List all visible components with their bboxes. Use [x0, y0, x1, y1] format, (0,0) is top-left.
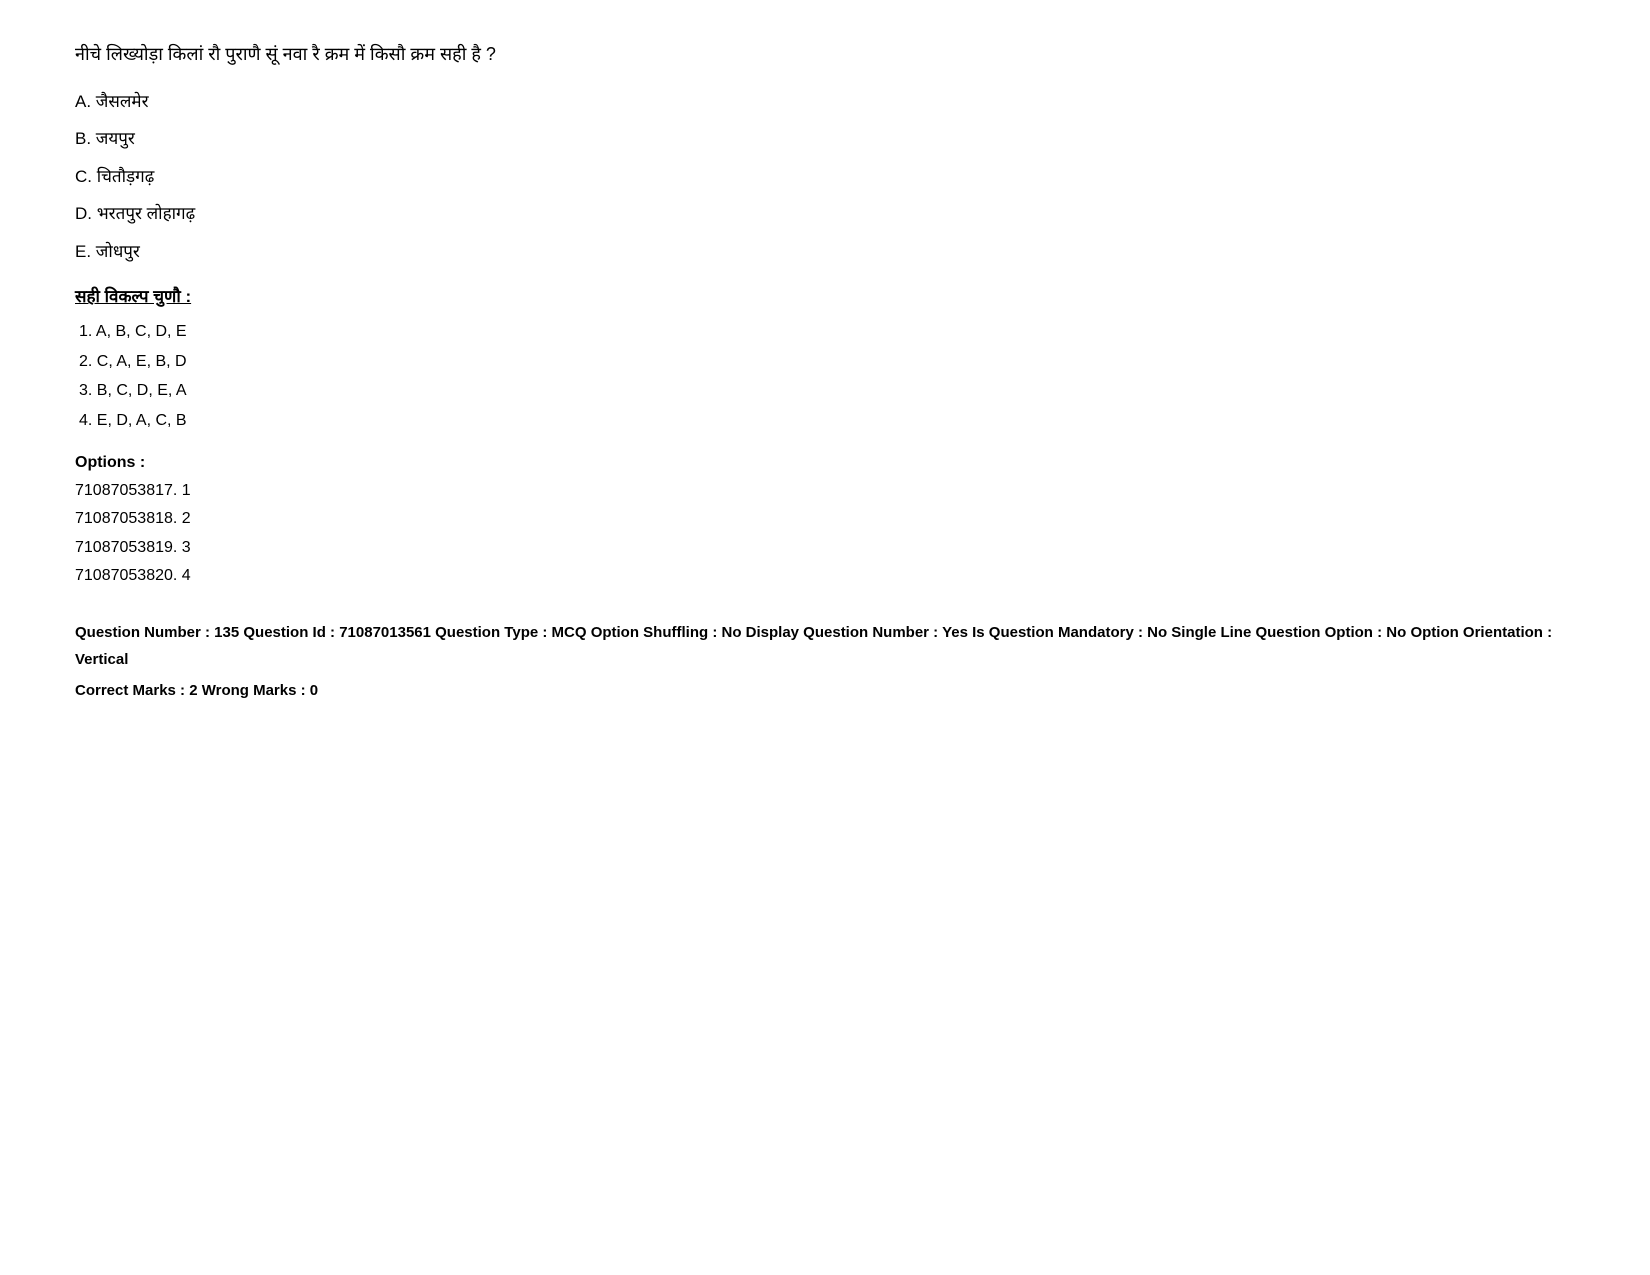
option-e-label: E. — [75, 242, 91, 261]
numbered-option-4: 4. E, D, A, C, B — [79, 408, 1575, 434]
option-d-text: भरतपुर लोहागढ़ — [97, 204, 195, 223]
numbered-options-list: 1. A, B, C, D, E 2. C, A, E, B, D 3. B, … — [75, 319, 1575, 433]
option-ids-list: 71087053817. 1 71087053818. 2 7108705381… — [75, 478, 1575, 589]
meta-line-1: Question Number : 135 Question Id : 7108… — [75, 619, 1575, 673]
option-id-2: 71087053818. 2 — [75, 506, 1575, 532]
option-id-4: 71087053820. 4 — [75, 563, 1575, 589]
numbered-option-2: 2. C, A, E, B, D — [79, 349, 1575, 375]
option-d-label: D. — [75, 204, 92, 223]
option-b-text: जयपुर — [96, 129, 135, 148]
meta-line-2: Correct Marks : 2 Wrong Marks : 0 — [75, 677, 1575, 704]
option-a-label: A. — [75, 92, 91, 111]
option-c-text: चितौड़गढ़ — [97, 167, 155, 186]
option-c: C. चितौड़गढ़ — [75, 164, 1575, 190]
option-e: E. जोधपुर — [75, 239, 1575, 265]
option-a: A. जैसलमेर — [75, 89, 1575, 115]
meta-section: Question Number : 135 Question Id : 7108… — [75, 619, 1575, 704]
option-b-label: B. — [75, 129, 91, 148]
option-id-1: 71087053817. 1 — [75, 478, 1575, 504]
option-b: B. जयपुर — [75, 126, 1575, 152]
correct-options-label: सही विकल्प चुणौ : — [75, 284, 1575, 307]
option-d: D. भरतपुर लोहागढ़ — [75, 201, 1575, 227]
option-c-label: C. — [75, 167, 92, 186]
option-e-text: जोधपुर — [96, 242, 140, 261]
option-id-3: 71087053819. 3 — [75, 535, 1575, 561]
options-list: A. जैसलमेर B. जयपुर C. चितौड़गढ़ D. भरतप… — [75, 89, 1575, 265]
numbered-option-1: 1. A, B, C, D, E — [79, 319, 1575, 345]
option-a-text: जैसलमेर — [96, 92, 149, 111]
question-text: नीचे लिख्योड़ा किलां रौ पुराणै सूं नवा र… — [75, 40, 1575, 69]
numbered-option-3: 3. B, C, D, E, A — [79, 378, 1575, 404]
options-section-label: Options : — [75, 454, 1575, 472]
